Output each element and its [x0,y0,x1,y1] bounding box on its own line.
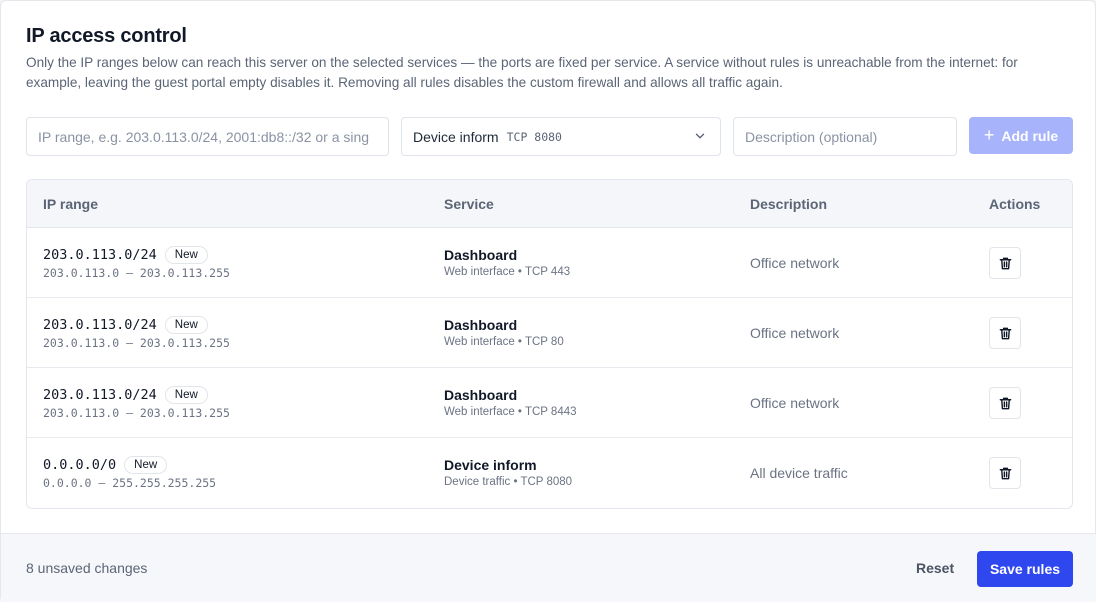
table-header: IP range Service Description Actions [27,180,1072,228]
ip-access-control-panel: IP access control Only the IP ranges bel… [0,0,1096,602]
table-row: 203.0.113.0/24 New 203.0.113.0 – 203.0.1… [27,368,1072,438]
ip-range-cell: 0.0.0.0/0 New [43,456,168,474]
ip-range-cell: 203.0.113.0/24 New [43,386,208,404]
service-select[interactable]: Device inform TCP 8080 [401,117,721,156]
add-rule-button[interactable]: + Add rule [969,117,1073,154]
new-badge: New [164,386,208,404]
save-rules-button[interactable]: Save rules [977,551,1073,587]
service-name: Dashboard [444,247,518,263]
delete-rule-button[interactable] [989,457,1021,489]
trash-icon [999,257,1011,269]
service-name: Dashboard [444,317,518,333]
ip-range-value: 203.0.113.0/24 [43,247,157,263]
service-detail: Device traffic • TCP 8080 [444,476,573,488]
delete-rule-button[interactable] [989,317,1021,349]
unsaved-changes-status: 8 unsaved changes [26,560,148,576]
table-row: 203.0.113.0/24 New 203.0.113.0 – 203.0.1… [27,298,1072,368]
new-badge: New [164,246,208,264]
ip-range-cell: 203.0.113.0/24 New [43,246,208,264]
column-header-description: Description [750,196,828,212]
service-select-port: TCP 8080 [506,129,562,144]
reset-button[interactable]: Reset [916,560,954,576]
footer-bar: 8 unsaved changes Reset Save rules [1,533,1096,602]
table-row: 0.0.0.0/0 New 0.0.0.0 – 255.255.255.255 … [27,438,1072,508]
ip-range-span: 203.0.113.0 – 203.0.113.255 [43,336,230,350]
rule-description: Office network [750,255,840,271]
service-detail: Web interface • TCP 80 [444,336,564,348]
ip-range-span: 203.0.113.0 – 203.0.113.255 [43,266,230,280]
description-input[interactable]: Description (optional) [733,117,957,156]
page-title: IP access control [26,25,187,47]
trash-icon [999,397,1011,409]
page-description: Only the IP ranges below can reach this … [26,55,1018,90]
column-header-service: Service [444,196,494,212]
ip-range-value: 0.0.0.0/0 [43,457,117,473]
plus-icon: + [983,124,995,145]
delete-rule-button[interactable] [989,247,1021,279]
ip-range-input[interactable]: IP range, e.g. 203.0.113.0/24, 2001:db8:… [26,117,389,156]
ip-range-value: 203.0.113.0/24 [43,387,157,403]
service-select-value: Device inform [413,128,499,145]
add-rule-label: Add rule [1001,127,1059,144]
service-detail: Web interface • TCP 8443 [444,406,577,418]
column-header-ip-range: IP range [43,196,98,212]
trash-icon [999,467,1011,479]
service-name: Dashboard [444,387,518,403]
column-header-actions: Actions [989,196,1041,212]
ip-range-value: 203.0.113.0/24 [43,317,157,333]
new-badge: New [124,456,168,474]
rule-description: All device traffic [750,465,848,481]
ip-range-span: 203.0.113.0 – 203.0.113.255 [43,406,230,420]
new-badge: New [164,316,208,334]
ip-range-cell: 203.0.113.0/24 New [43,316,208,334]
rule-description: Office network [750,395,840,411]
rules-table: IP range Service Description Actions 203… [26,179,1073,509]
trash-icon [999,327,1011,339]
service-name: Device inform [444,457,537,473]
ip-range-span: 0.0.0.0 – 255.255.255.255 [43,476,217,490]
chevron-down-icon [695,133,705,139]
rule-description: Office network [750,325,840,341]
table-row: 203.0.113.0/24 New 203.0.113.0 – 203.0.1… [27,228,1072,298]
service-detail: Web interface • TCP 443 [444,266,571,278]
delete-rule-button[interactable] [989,387,1021,419]
